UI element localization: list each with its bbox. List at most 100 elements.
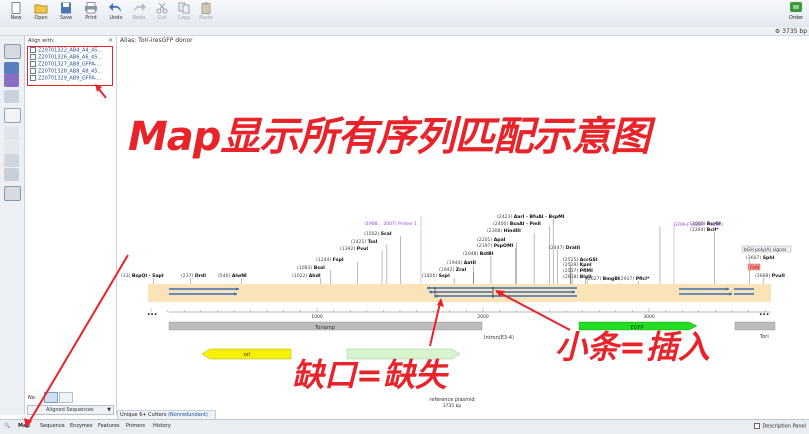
checkbox-icon[interactable] bbox=[30, 68, 36, 74]
enzyme-label[interactable]: (2201) ApaI bbox=[477, 237, 506, 243]
enzyme-label[interactable]: (3688) PvuII bbox=[755, 273, 785, 279]
enzyme-label[interactable]: (2400) BsaAI - PmlI bbox=[493, 221, 541, 227]
intron-label: Intron(E3-4) bbox=[484, 335, 514, 341]
scale-ruler: 1000 2000 3000 bbox=[150, 308, 771, 320]
search-icon[interactable]: 🔍 bbox=[4, 423, 10, 429]
enzyme-label[interactable]: (1826) SspI bbox=[422, 273, 450, 279]
copy-button[interactable]: Copy bbox=[172, 1, 196, 26]
annotation-title: Map显示所有序列匹配示意图 bbox=[128, 114, 650, 160]
list-item[interactable]: Z20701322_AB4_A4_45... bbox=[28, 47, 112, 54]
translation-tool-icon[interactable] bbox=[4, 154, 19, 167]
tab-map[interactable]: Map bbox=[18, 423, 30, 429]
tori-feature[interactable] bbox=[734, 321, 776, 331]
list-item[interactable]: Z20701327_AB8_GFPA-... bbox=[28, 61, 112, 68]
enzyme-label[interactable]: (1392) PvuI bbox=[340, 246, 368, 252]
enzyme-label[interactable]: (2937) PflcI* bbox=[619, 276, 650, 282]
enzyme-label[interactable]: (1502) ScaI bbox=[364, 231, 392, 237]
open-folder-icon bbox=[34, 4, 48, 14]
new-button[interactable]: New bbox=[4, 1, 28, 26]
tab-enzymes[interactable]: Enzymes bbox=[70, 423, 92, 429]
abc-tool-icon[interactable] bbox=[4, 186, 21, 201]
no-label: No bbox=[28, 395, 35, 401]
enzyme-label[interactable]: (2048) BstBI bbox=[463, 251, 494, 257]
checkbox-icon[interactable] bbox=[30, 61, 36, 67]
scale-label: 1000 bbox=[311, 314, 323, 320]
aligned-sequence-list: Z20701322_AB4_A4_45... Z20701326_AB6_A6_… bbox=[27, 46, 113, 86]
plasmid-length: 3735 bp bbox=[443, 403, 462, 409]
enzyme-label[interactable]: (2627) BmgBI bbox=[586, 276, 620, 282]
primers-tool-icon[interactable] bbox=[4, 108, 21, 123]
list-item[interactable]: Z20701326_AB6_A6_45... bbox=[28, 54, 112, 61]
bgh-polya-label: bGH poly(A) signal bbox=[744, 247, 786, 253]
add-sequence-button[interactable] bbox=[44, 392, 58, 403]
clipboard-icon bbox=[201, 2, 211, 14]
tab-history[interactable]: History bbox=[153, 423, 171, 429]
undo-button[interactable]: Undo bbox=[104, 1, 128, 26]
features-tool-icon[interactable] bbox=[4, 74, 19, 87]
aligned-sequences-select[interactable]: Aligned Sequences ▼ bbox=[27, 405, 114, 415]
panel-close-icon[interactable]: × bbox=[108, 37, 113, 44]
left-tool-strip bbox=[0, 36, 25, 415]
left-ellipsis: ... bbox=[147, 308, 157, 318]
copy-icon bbox=[178, 2, 190, 14]
annotation-gap: 缺口=缺失 bbox=[292, 356, 447, 394]
tab-primers[interactable]: Primers bbox=[126, 423, 145, 429]
scissors-icon bbox=[156, 2, 168, 14]
sequence-length-indicator: ⚙ 3735 bp bbox=[775, 28, 807, 35]
bottom-view-tabs: 🔍 Map Sequence Enzymes Features Primers … bbox=[0, 419, 809, 434]
enzyme-label[interactable]: (1083) BsaI bbox=[297, 265, 325, 271]
tab-features[interactable]: Features bbox=[98, 423, 120, 429]
enzyme-label[interactable]: (546) AlwNI bbox=[218, 273, 247, 279]
gear-icon[interactable]: ⚙ bbox=[775, 28, 780, 35]
align-with-label: Align with: bbox=[28, 38, 55, 44]
enzyme-label[interactable]: (1942) ZraI bbox=[439, 267, 466, 273]
redo-button[interactable]: Redo bbox=[127, 1, 151, 26]
paste-button[interactable]: Paste bbox=[194, 1, 218, 26]
enzyme-label[interactable]: (2197) PspOMI bbox=[477, 243, 514, 249]
enzyme-label[interactable]: (2423) AarI - BfuAI - BspMI bbox=[497, 214, 565, 220]
cut-button[interactable]: Cut bbox=[150, 1, 174, 26]
pencil-tool-icon[interactable] bbox=[4, 141, 19, 154]
remove-sequence-button[interactable] bbox=[59, 392, 73, 403]
enzyme-label[interactable]: (1022) AhdI bbox=[292, 273, 321, 279]
checkbox-icon[interactable] bbox=[30, 47, 36, 53]
plasmid-name: reference plasmid bbox=[429, 397, 474, 403]
redo-arrow-icon bbox=[134, 3, 146, 12]
primer1-label: (1988 .. 2007) Primer 1 bbox=[364, 221, 417, 227]
orf-tool-icon[interactable] bbox=[4, 127, 19, 140]
enzyme-label[interactable]: (2529) KpnI bbox=[563, 262, 592, 268]
enzyme-label[interactable]: (1421) TssI bbox=[351, 239, 378, 245]
enzyme-label[interactable]: (1944) AatII bbox=[447, 260, 476, 266]
list-item[interactable]: Z20701329_AB9_GFPA-... bbox=[28, 75, 112, 82]
list-item[interactable]: Z20701328_AB8_A8_45... bbox=[28, 68, 112, 75]
enzyme-label[interactable]: (2537) PflMI bbox=[563, 268, 593, 274]
printer-icon bbox=[85, 2, 97, 14]
main-toolbar: New Open Save Print Undo Redo Cut Copy P… bbox=[0, 0, 809, 28]
print-button[interactable]: Print bbox=[79, 1, 103, 26]
fam-label: FAM bbox=[750, 265, 759, 271]
save-button[interactable]: Save bbox=[54, 1, 78, 26]
right-ellipsis: ... bbox=[759, 308, 769, 318]
scale-label: 3000 bbox=[643, 314, 655, 320]
enzymes-tool-icon[interactable] bbox=[4, 90, 19, 103]
enzyme-label[interactable]: (237) DrdI bbox=[181, 273, 206, 279]
order-button[interactable]: Order bbox=[785, 1, 807, 21]
checkbox-icon[interactable] bbox=[754, 423, 761, 429]
order-cart-icon bbox=[790, 2, 802, 12]
map-view-tool-icon[interactable] bbox=[4, 44, 21, 59]
enzyme-label[interactable]: (13) BspQI - SapI bbox=[121, 273, 164, 279]
annotation-insert: 小条=插入 bbox=[555, 328, 710, 366]
enzyme-label[interactable]: (2308) HindIII bbox=[487, 228, 521, 234]
enzyme-label[interactable]: (1244) FspI bbox=[316, 257, 344, 263]
open-button[interactable]: Open bbox=[29, 1, 53, 26]
description-panel-toggle[interactable]: Description Panel bbox=[754, 423, 806, 430]
scale-label: 2000 bbox=[477, 314, 489, 320]
toggle-tool-icon[interactable] bbox=[4, 168, 19, 181]
checkbox-icon[interactable] bbox=[30, 54, 36, 60]
ori-label: ori bbox=[244, 352, 251, 358]
checkbox-icon[interactable] bbox=[30, 75, 36, 81]
enzyme-label[interactable]: (2447) DraIII bbox=[549, 245, 580, 251]
tab-sequence[interactable]: Sequence bbox=[40, 423, 65, 429]
enzyme-label[interactable]: (3607) SphI bbox=[746, 255, 775, 261]
panel-bottom-controls: No Aligned Sequences ▼ bbox=[25, 391, 116, 415]
